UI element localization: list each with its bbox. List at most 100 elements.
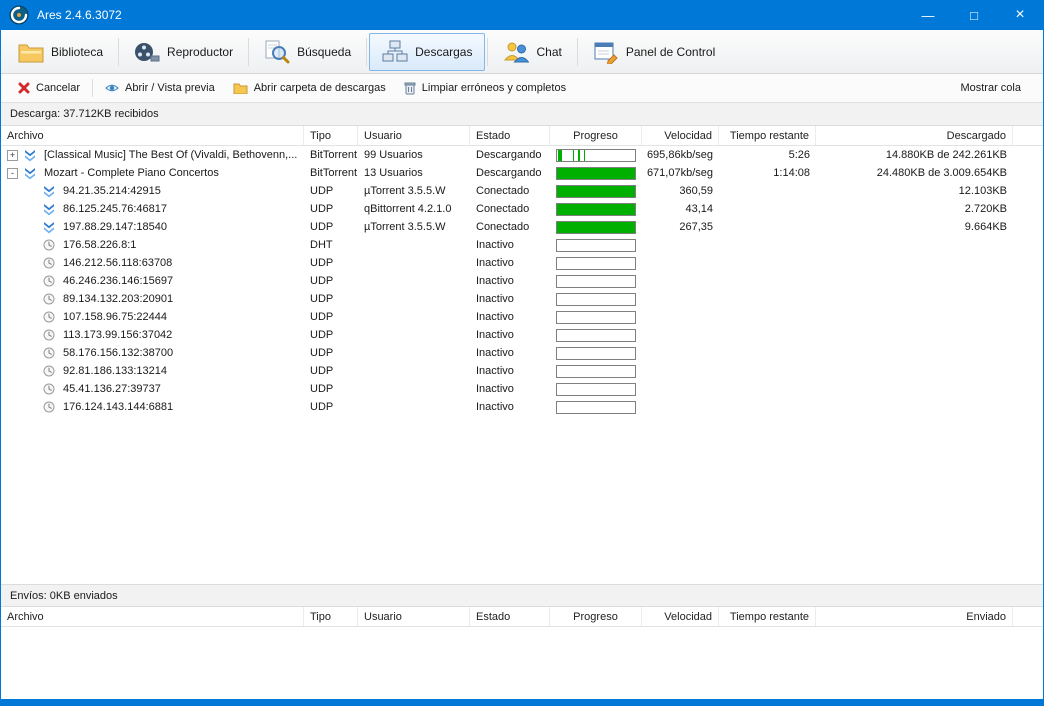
titlebar[interactable]: Ares 2.4.6.3072 — □ × — [1, 0, 1043, 30]
progress-cell — [550, 326, 642, 344]
file-name: 58.176.156.132:38700 — [63, 347, 174, 359]
column-header-usuario[interactable]: Usuario — [358, 607, 470, 626]
peer-row[interactable]: 94.21.35.214:42915 UDP µTorrent 3.5.5.W Con… — [1, 182, 1043, 200]
peer-row[interactable]: 86.125.245.76:46817 UDP qBittorrent 4.2.1.… — [1, 200, 1043, 218]
tab-descargas[interactable]: Descargas — [369, 32, 486, 71]
inactive-clock-icon — [43, 239, 57, 251]
column-header-velocidad[interactable]: Velocidad — [642, 607, 719, 626]
user-cell — [358, 380, 470, 398]
column-header-tipo[interactable]: Tipo — [304, 607, 358, 626]
peer-row[interactable]: 176.124.143.144:6881 UDP Inactivo — [1, 398, 1043, 416]
state-cell: Conectado — [476, 221, 530, 233]
minimize-button[interactable]: — — [905, 0, 951, 30]
tab-label: Reproductor — [167, 44, 234, 59]
speed-cell: 695,86kb/seg — [646, 149, 713, 161]
user-cell: 13 Usuarios — [364, 167, 423, 179]
filler-cell — [1013, 182, 1043, 200]
downloaded-cell — [816, 362, 1013, 380]
close-button[interactable]: × — [997, 0, 1043, 30]
tab-label: Biblioteca — [51, 44, 104, 59]
user-cell — [358, 344, 470, 362]
user-cell — [358, 362, 470, 380]
column-header-tiempo-restante[interactable]: Tiempo restante — [719, 607, 816, 626]
column-header-tiempo-restante[interactable]: Tiempo restante — [719, 126, 816, 145]
peer-row[interactable]: 113.173.99.156:37042 UDP Inactivo — [1, 326, 1043, 344]
filler-cell — [1013, 272, 1043, 290]
downloaded-cell — [816, 254, 1013, 272]
column-header-estado[interactable]: Estado — [470, 126, 550, 145]
peer-row[interactable]: 58.176.156.132:38700 UDP Inactivo — [1, 344, 1043, 362]
download-row[interactable]: + [Classical Music] The Best Of (Vivaldi,… — [1, 146, 1043, 164]
expand-icon[interactable]: + — [7, 149, 18, 161]
column-header-tipo[interactable]: Tipo — [304, 126, 358, 145]
abrir-carpeta-de-descargas-button[interactable]: Abrir carpeta de descargas — [224, 79, 395, 97]
progress-cell — [550, 200, 642, 218]
filler-cell — [1013, 344, 1043, 362]
downloaded-cell: 2.720KB — [964, 203, 1007, 215]
type-cell: BitTorrent — [310, 149, 358, 161]
tab-chat[interactable]: Chat — [490, 33, 574, 71]
tab-busqueda[interactable]: Búsqueda — [251, 33, 364, 71]
archivo-cell: 89.134.132.203:20901 — [1, 290, 304, 308]
column-header-velocidad[interactable]: Velocidad — [642, 126, 719, 145]
column-header-archivo[interactable]: Archivo — [1, 607, 304, 626]
window-border-bottom — [1, 699, 1043, 706]
state-cell: Conectado — [476, 185, 530, 197]
state-cell: Conectado — [476, 203, 530, 215]
tab-panel-de-control[interactable]: Panel de Control — [580, 33, 728, 71]
maximize-button[interactable]: □ — [951, 0, 997, 30]
tab-divider — [248, 37, 250, 66]
state-cell: Inactivo — [476, 311, 514, 323]
progress-bar — [556, 238, 636, 252]
user-cell — [358, 272, 470, 290]
column-header-progreso[interactable]: Progreso — [550, 126, 642, 145]
downloads-summary-bar: Descarga: 37.712KB recibidos — [1, 103, 1043, 126]
column-header-label: Tipo — [310, 610, 331, 623]
peer-row[interactable]: 46.246.236.146:15697 UDP Inactivo — [1, 272, 1043, 290]
peer-row[interactable]: 45.41.136.27:39737 UDP Inactivo — [1, 380, 1043, 398]
download-row[interactable]: - Mozart - Complete Piano Concertos BitTor… — [1, 164, 1043, 182]
abrir-vista-previa-button[interactable]: Abrir / Vista previa — [96, 79, 224, 97]
limpiar-erroneos-y-completos-button[interactable]: Limpiar erróneos y completos — [395, 78, 575, 98]
speed-cell — [642, 344, 719, 362]
download-arrows-icon — [43, 185, 57, 198]
state-cell: Inactivo — [476, 347, 514, 359]
show-queue-link[interactable]: Mostrar cola — [960, 82, 1035, 94]
peer-row[interactable]: 146.212.56.118:63708 UDP Inactivo — [1, 254, 1043, 272]
peer-row[interactable]: 89.134.132.203:20901 UDP Inactivo — [1, 290, 1043, 308]
archivo-cell: 86.125.245.76:46817 — [1, 200, 304, 218]
progress-cell — [550, 272, 642, 290]
peer-row[interactable]: 176.58.226.8:1 DHT Inactivo — [1, 236, 1043, 254]
state-cell: Inactivo — [476, 365, 514, 377]
inactive-clock-icon — [43, 365, 57, 377]
user-cell: µTorrent 3.5.5.W — [364, 185, 446, 197]
inactive-clock-icon — [43, 347, 57, 359]
peer-row[interactable]: 107.158.96.75:22444 UDP Inactivo — [1, 308, 1043, 326]
column-header-enviado[interactable]: Enviado — [816, 607, 1013, 626]
column-header-label: Velocidad — [664, 129, 712, 142]
user-cell — [358, 290, 470, 308]
column-header-estado[interactable]: Estado — [470, 607, 550, 626]
progress-bar — [556, 220, 636, 234]
column-header-descargado[interactable]: Descargado — [816, 126, 1013, 145]
file-name: 113.173.99.156:37042 — [63, 329, 173, 341]
peer-row[interactable]: 197.88.29.147:18540 UDP µTorrent 3.5.5.W Co… — [1, 218, 1043, 236]
column-header-archivo[interactable]: Archivo — [1, 126, 304, 145]
collapse-icon[interactable]: - — [7, 167, 18, 179]
cancelar-button[interactable]: Cancelar — [9, 79, 89, 97]
peer-row[interactable]: 92.81.186.133:13214 UDP Inactivo — [1, 362, 1043, 380]
archivo-cell: 107.158.96.75:22444 — [1, 308, 304, 326]
downloaded-cell: 14.880KB de 242.261KB — [885, 149, 1007, 161]
state-cell: Inactivo — [476, 329, 514, 341]
progress-bar — [556, 310, 636, 324]
downloaded-cell — [816, 398, 1013, 416]
tab-biblioteca[interactable]: Biblioteca — [5, 33, 116, 71]
progress-bar — [556, 382, 636, 396]
column-header-usuario[interactable]: Usuario — [358, 126, 470, 145]
action-button-label: Cancelar — [36, 82, 81, 94]
column-header-progreso[interactable]: Progreso — [550, 607, 642, 626]
inactive-clock-icon — [43, 257, 57, 269]
tab-reproductor[interactable]: Reproductor — [121, 33, 246, 71]
type-cell: UDP — [310, 401, 334, 413]
column-header-label: Descargado — [946, 129, 1006, 142]
